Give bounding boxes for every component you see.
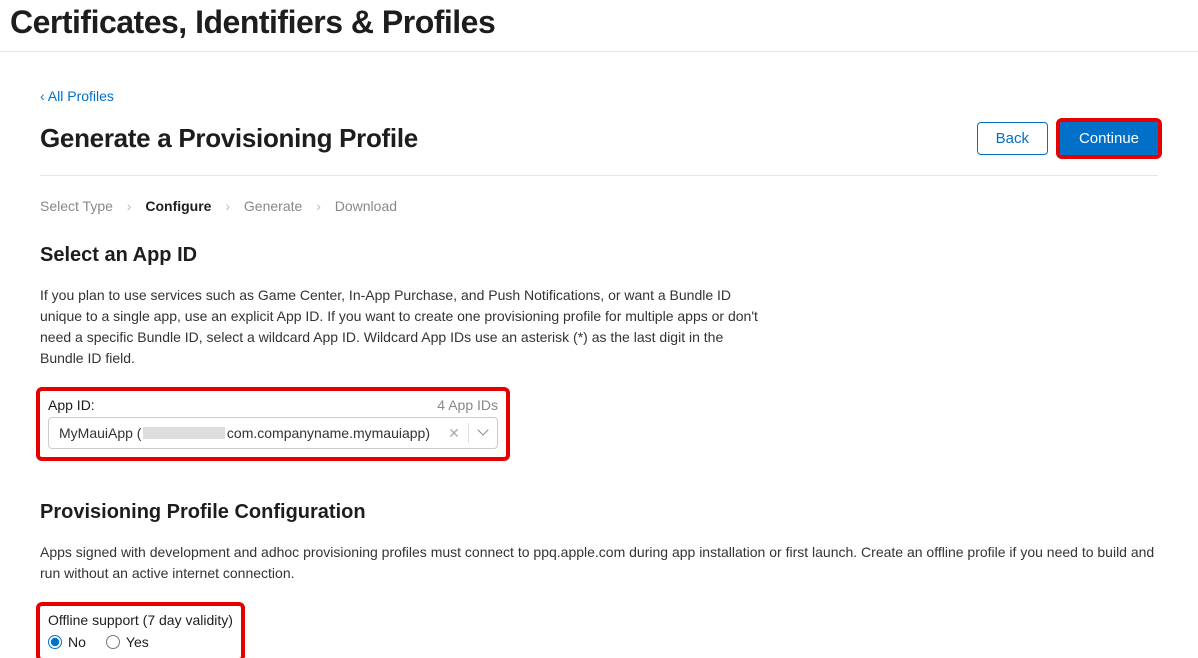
chevron-down-icon[interactable] [469, 424, 497, 442]
divider [40, 175, 1158, 176]
app-id-select[interactable]: MyMauiApp (com.companyname.mymauiapp) ✕ [48, 417, 498, 449]
chevron-right-icon: › [316, 198, 321, 214]
breadcrumb-step: Select Type [40, 198, 113, 214]
section-body-app-id: If you plan to use services such as Game… [40, 285, 760, 369]
section-body-config: Apps signed with development and adhoc p… [40, 542, 1158, 584]
subheading: Generate a Provisioning Profile [40, 123, 418, 154]
section-title-config: Provisioning Profile Configuration [40, 501, 1158, 524]
radio-yes-input[interactable] [106, 635, 120, 649]
breadcrumb: Select Type › Configure › Generate › Dow… [40, 198, 1158, 214]
app-id-selector-group: App ID: 4 App IDs MyMauiApp (com.company… [40, 391, 506, 457]
radio-option-yes[interactable]: Yes [106, 634, 149, 650]
radio-no-label: No [68, 634, 86, 650]
app-id-count: 4 App IDs [437, 397, 498, 413]
back-all-profiles-link[interactable]: ‹ All Profiles [40, 88, 114, 104]
back-button[interactable]: Back [977, 122, 1048, 155]
page-title: Certificates, Identifiers & Profiles [0, 0, 1198, 51]
continue-button[interactable]: Continue [1060, 122, 1158, 155]
section-title-app-id: Select an App ID [40, 244, 1158, 267]
radio-no-input[interactable] [48, 635, 62, 649]
breadcrumb-step: Generate [244, 198, 302, 214]
divider [0, 51, 1198, 52]
app-id-selected-value: MyMauiApp (com.companyname.mymauiapp) [49, 425, 440, 441]
offline-support-label: Offline support (7 day validity) [48, 612, 233, 628]
redacted-text [143, 427, 224, 439]
offline-support-group: Offline support (7 day validity) No Yes [40, 606, 241, 658]
app-id-label: App ID: [48, 397, 95, 413]
clear-icon[interactable]: ✕ [440, 425, 468, 442]
radio-option-no[interactable]: No [48, 634, 86, 650]
radio-yes-label: Yes [126, 634, 149, 650]
chevron-right-icon: › [225, 198, 230, 214]
chevron-right-icon: › [127, 198, 132, 214]
breadcrumb-step-active: Configure [145, 198, 211, 214]
breadcrumb-step: Download [335, 198, 397, 214]
